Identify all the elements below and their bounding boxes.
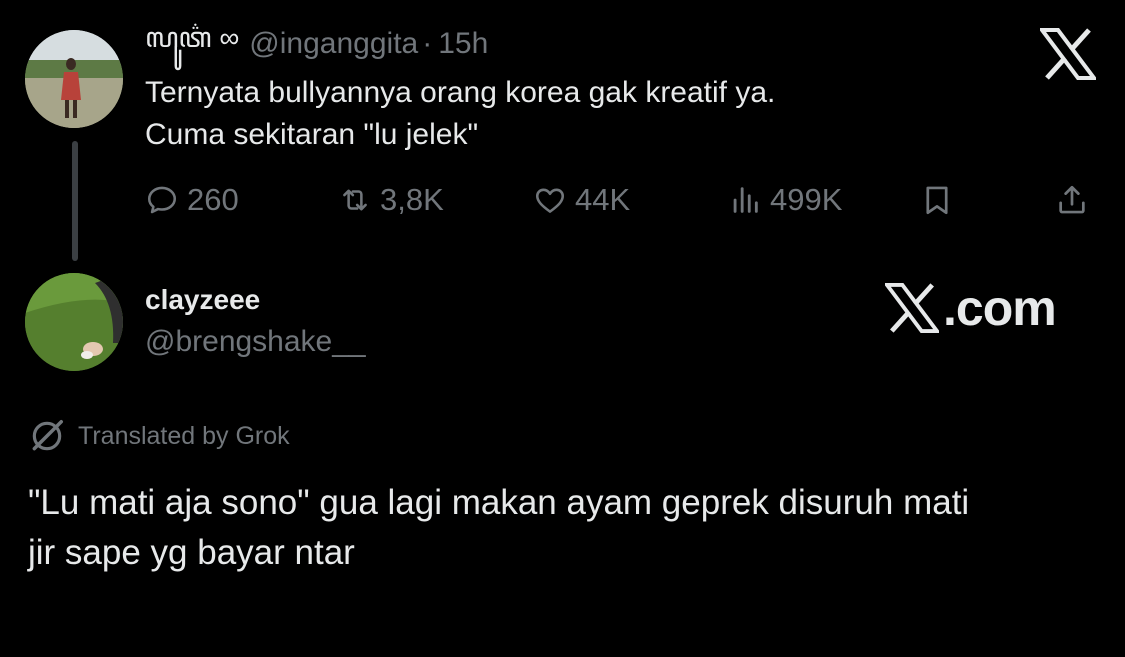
tweet1-time[interactable]: 15h [438,27,488,61]
tweet1-handle[interactable]: @inganggita [249,27,418,61]
share-button[interactable] [1055,178,1089,222]
views-count: 499K [770,182,843,217]
tweet2-display-name[interactable]: clayzeee [145,284,260,316]
avatar-inganggita[interactable] [25,30,123,128]
repost-icon [343,189,367,211]
avatar-brengshake[interactable] [25,273,123,371]
repost-button[interactable]: 3,8K [338,178,444,222]
translated-by-grok: Translated by Grok [28,416,290,456]
reply-count: 260 [187,182,239,217]
tweet1-text-line: Cuma sekitaran "lu jelek" [145,118,479,151]
tweet1-display-name[interactable]: ꦭꦸꦠ꦳ ∞ [145,16,239,73]
reply-button[interactable]: 260 [145,178,239,222]
tweet1-separator: · [422,27,433,60]
x-logo-icon [885,283,939,333]
reply-icon [147,186,177,214]
views-icon [733,187,758,213]
thread-connector-line [72,141,78,261]
avatar-image [25,30,123,128]
like-button[interactable]: 44K [533,178,630,222]
views-button[interactable]: 499K [728,178,842,222]
tweet1-header: ꦭꦸꦠ꦳ ∞ @inganggita · 15h [145,22,488,62]
tweet1-text: Ternyata bullyannya orang korea gak krea… [145,72,945,156]
xcom-suffix: .com [943,280,1057,336]
like-count: 44K [575,182,631,217]
tweet2-text-line: jir sape yg bayar ntar [28,533,355,572]
avatar-image [25,273,123,371]
share-icon [1059,185,1085,214]
heart-icon [535,188,565,213]
xcom-watermark: .com [885,278,1057,338]
tweet2-text: "Lu mati aja sono" gua lagi makan ayam g… [28,478,1118,578]
tweet2-text-line: "Lu mati aja sono" gua lagi makan ayam g… [28,483,970,522]
tweet1-text-line: Ternyata bullyannya orang korea gak krea… [145,76,776,109]
translated-label: Translated by Grok [78,421,290,450]
x-logo-icon [1040,28,1096,80]
bookmark-icon [926,186,948,215]
tweet2-handle[interactable]: @brengshake__ [145,325,366,359]
bookmark-button[interactable] [920,178,954,222]
grok-icon [32,420,63,451]
repost-count: 3,8K [380,182,444,217]
